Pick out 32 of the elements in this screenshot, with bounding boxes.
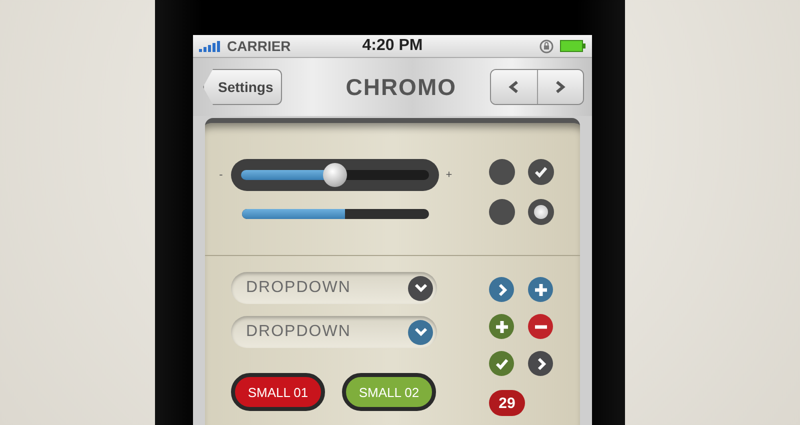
check-icon xyxy=(534,166,548,178)
slider-min-label: - xyxy=(218,169,224,181)
check-icon[interactable] xyxy=(489,351,514,376)
previous-button[interactable] xyxy=(490,70,537,104)
plus-icon[interactable] xyxy=(528,277,553,302)
small-button[interactable]: SMALL 02 xyxy=(342,373,436,411)
next-button[interactable] xyxy=(536,70,583,104)
signal-icon xyxy=(199,40,221,52)
minus-icon[interactable] xyxy=(528,314,553,339)
dropdown[interactable]: DROPDOWN xyxy=(231,272,437,304)
dropdown[interactable]: DROPDOWN xyxy=(231,316,437,348)
chevron-down-icon xyxy=(414,283,428,293)
chevron-right-icon xyxy=(554,80,566,94)
screen-title: CHROMO xyxy=(346,74,456,100)
small-button[interactable]: SMALL 01 xyxy=(231,373,325,411)
chevron-right-icon[interactable] xyxy=(528,351,553,376)
radio-button[interactable] xyxy=(528,199,554,225)
plus-icon[interactable] xyxy=(489,314,514,339)
slider-max-label: + xyxy=(445,169,453,181)
checkbox[interactable] xyxy=(489,159,515,185)
carrier-name: CARRIER xyxy=(227,38,291,54)
rotation-lock-icon xyxy=(539,38,554,54)
status-time: 4:20 PM xyxy=(362,37,423,55)
count-badge: 29 xyxy=(489,390,525,416)
checkbox[interactable] xyxy=(528,159,554,185)
battery-icon xyxy=(560,40,586,52)
chevron-down-icon xyxy=(414,327,428,337)
chevron-left-icon xyxy=(508,80,520,94)
back-button[interactable]: Settings xyxy=(203,69,282,105)
slider-thumb[interactable] xyxy=(323,163,347,187)
chevron-right-icon[interactable] xyxy=(489,277,514,302)
radio-button[interactable] xyxy=(489,199,515,225)
